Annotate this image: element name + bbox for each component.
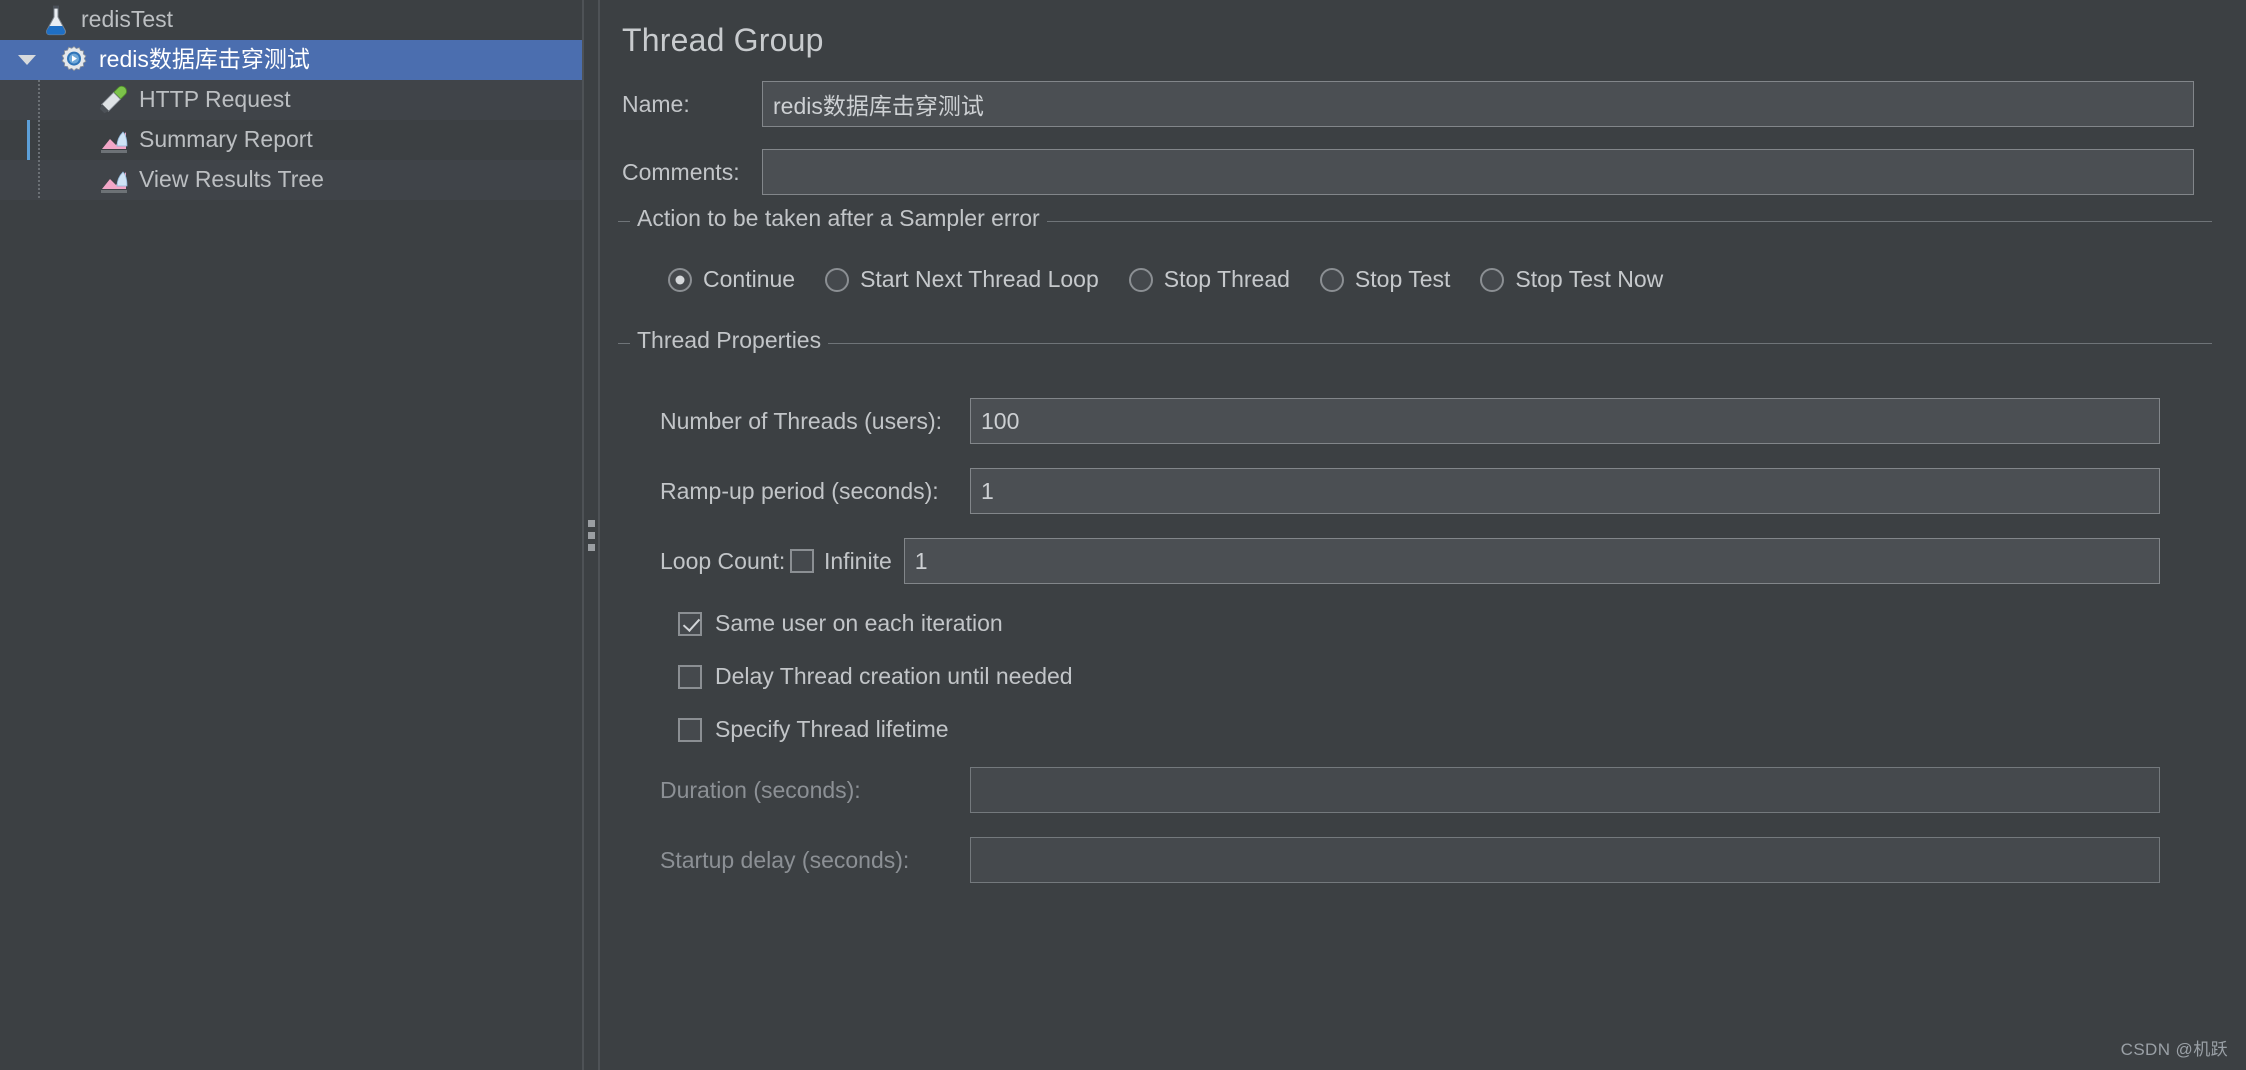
tree-dash-guide <box>38 160 40 200</box>
tree-item-summary-report[interactable]: Summary Report <box>0 120 582 160</box>
chevron-down-icon <box>18 55 36 65</box>
sampler-error-group: Action to be taken after a Sampler error… <box>618 207 2212 317</box>
checkbox-icon <box>678 664 702 689</box>
radio-icon <box>825 267 850 292</box>
name-input[interactable] <box>762 81 2194 127</box>
comments-input[interactable] <box>762 149 2194 195</box>
radio-start-next-thread-loop[interactable]: Start Next Thread Loop <box>825 266 1099 293</box>
name-row: Name: <box>600 81 2246 127</box>
sampler-error-group-title: Action to be taken after a Sampler error <box>630 207 1047 230</box>
infinite-checkbox[interactable]: Infinite <box>790 548 892 575</box>
loop-count-input[interactable] <box>903 538 2160 584</box>
tree-dash-guide <box>38 120 40 160</box>
jmeter-window: redisTest redis数据库击穿测试 HTTP Request Summ… <box>0 0 2246 1070</box>
checkbox-icon <box>790 549 814 573</box>
radio-label: Start Next Thread Loop <box>860 266 1099 292</box>
tree-item-http-request[interactable]: HTTP Request <box>0 80 582 120</box>
name-label: Name: <box>622 90 690 117</box>
sampler-error-radio-group[interactable]: Continue Start Next Thread Loop Stop Thr… <box>618 252 2212 299</box>
radio-icon <box>1480 267 1505 292</box>
tree-indent <box>0 160 58 200</box>
radio-stop-thread[interactable]: Stop Thread <box>1128 266 1290 293</box>
radio-label: Stop Test Now <box>1515 266 1664 292</box>
specify-thread-lifetime-checkbox[interactable]: Specify Thread lifetime <box>618 716 2212 743</box>
duration-row: Duration (seconds): <box>618 767 2212 813</box>
radio-stop-test-now[interactable]: Stop Test Now <box>1480 266 1663 293</box>
tree-item-label: redisTest <box>81 5 174 32</box>
radio-stop-test[interactable]: Stop Test <box>1319 266 1451 293</box>
test-plan-tree[interactable]: redisTest redis数据库击穿测试 HTTP Request Summ… <box>0 0 582 1070</box>
jmeter-flask-icon <box>40 4 72 36</box>
tree-dash-guide <box>38 80 40 120</box>
thread-group-editor: Thread Group Name: Comments: Action to b… <box>600 0 2246 1070</box>
page-title: Thread Group <box>622 22 824 58</box>
startup-delay-row: Startup delay (seconds): <box>618 837 2212 883</box>
tree-expand-collapse-icon[interactable] <box>14 55 40 65</box>
tree-item-label: redis数据库击穿测试 <box>99 45 310 72</box>
tree-item-thread-group[interactable]: redis数据库击穿测试 <box>0 40 582 80</box>
thread-group-gear-icon <box>58 44 90 76</box>
delay-thread-label: Delay Thread creation until needed <box>715 663 1073 689</box>
radio-icon <box>1128 267 1153 292</box>
checkbox-icon <box>678 717 702 742</box>
tree-item-view-results-tree[interactable]: View Results Tree <box>0 160 582 200</box>
listener-chart-icon <box>98 164 130 196</box>
tree-item-redistest[interactable]: redisTest <box>0 0 582 40</box>
thread-properties-group-title: Thread Properties <box>630 329 829 352</box>
duration-input[interactable] <box>970 767 2160 813</box>
radio-label: Continue <box>703 266 796 292</box>
number-of-threads-input[interactable] <box>970 398 2160 444</box>
tree-item-label: View Results Tree <box>139 165 324 192</box>
number-of-threads-label: Number of Threads (users): <box>660 407 943 434</box>
thread-properties-group: Thread Properties Number of Threads (use… <box>618 329 2212 901</box>
tree-indent <box>0 120 58 160</box>
radio-icon <box>1319 267 1344 292</box>
grip-dot <box>587 543 595 551</box>
startup-delay-label: Startup delay (seconds): <box>660 846 910 873</box>
radio-label: Stop Test <box>1354 266 1451 292</box>
ramp-up-period-input[interactable] <box>970 468 2160 514</box>
panel-splitter[interactable] <box>582 0 600 1070</box>
delay-thread-creation-checkbox[interactable]: Delay Thread creation until needed <box>618 663 2212 690</box>
number-of-threads-row: Number of Threads (users): <box>618 398 2212 444</box>
infinite-label: Infinite <box>824 547 892 574</box>
tree-indent <box>0 80 58 120</box>
comments-row: Comments: <box>600 149 2246 195</box>
loop-count-row: Loop Count: Infinite <box>618 538 2212 584</box>
splitter-grip-dots <box>587 519 595 551</box>
loop-count-label: Loop Count: <box>660 547 786 574</box>
tree-item-label: Summary Report <box>139 125 313 152</box>
radio-icon <box>668 267 692 292</box>
startup-delay-input[interactable] <box>970 837 2160 883</box>
tree-item-label: HTTP Request <box>139 85 291 112</box>
same-user-on-each-iteration-checkbox[interactable]: Same user on each iteration <box>618 610 2212 637</box>
listener-chart-icon <box>98 124 130 156</box>
specify-lifetime-label: Specify Thread lifetime <box>715 716 949 742</box>
watermark-text: CSDN @机跃 <box>2120 1040 2228 1059</box>
grip-dot <box>587 519 595 527</box>
ramp-up-period-label: Ramp-up period (seconds): <box>660 477 939 504</box>
same-user-label: Same user on each iteration <box>715 610 1003 636</box>
comments-label: Comments: <box>622 158 740 185</box>
http-sampler-pipette-icon <box>98 84 130 116</box>
checkbox-icon <box>678 611 702 636</box>
grip-dot <box>587 531 595 539</box>
radio-label: Stop Thread <box>1163 266 1290 292</box>
duration-label: Duration (seconds): <box>660 776 861 803</box>
ramp-up-period-row: Ramp-up period (seconds): <box>618 468 2212 514</box>
radio-continue[interactable]: Continue <box>668 266 795 293</box>
